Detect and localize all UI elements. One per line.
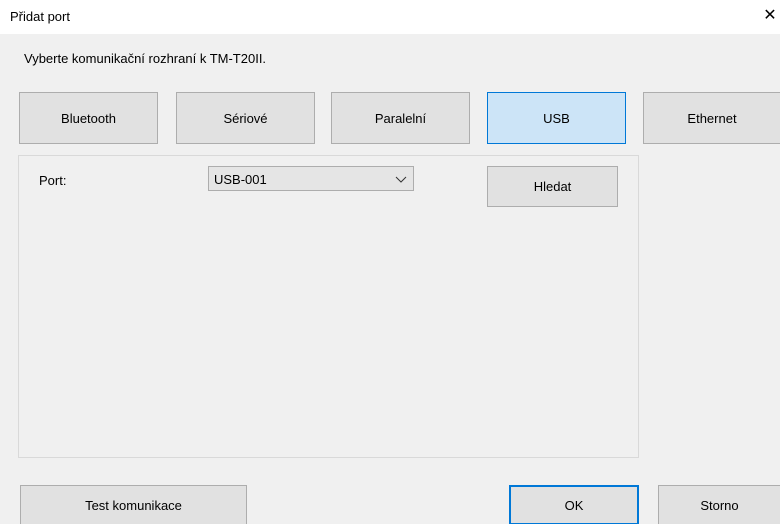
close-icon[interactable]: ✕ xyxy=(760,3,780,29)
instruction-text: Vyberte komunikační rozhraní k TM-T20II. xyxy=(24,51,267,66)
search-button[interactable]: Hledat xyxy=(487,166,618,207)
test-communication-button[interactable]: Test komunikace xyxy=(20,485,247,524)
window-title: Přidat port xyxy=(10,9,70,24)
usb-settings-panel: Port: USB-001 Hledat xyxy=(18,155,639,458)
interface-button-usb[interactable]: USB xyxy=(487,92,626,144)
chevron-down-icon xyxy=(395,176,407,183)
ok-button[interactable]: OK xyxy=(509,485,639,524)
add-port-dialog: Přidat port ✕ Vyberte komunikační rozhra… xyxy=(0,0,780,524)
dialog-body: Vyberte komunikační rozhraní k TM-T20II.… xyxy=(0,34,780,524)
interface-button-bluetooth[interactable]: Bluetooth xyxy=(19,92,158,144)
title-bar: Přidat port ✕ xyxy=(0,0,780,34)
interface-button-parallel[interactable]: Paralelní xyxy=(331,92,470,144)
interface-button-ethernet[interactable]: Ethernet xyxy=(643,92,780,144)
port-label: Port: xyxy=(39,173,67,188)
interface-button-serial[interactable]: Sériové xyxy=(176,92,315,144)
cancel-button[interactable]: Storno xyxy=(658,485,780,524)
port-dropdown-value: USB-001 xyxy=(214,172,267,187)
port-dropdown[interactable]: USB-001 xyxy=(208,166,414,191)
